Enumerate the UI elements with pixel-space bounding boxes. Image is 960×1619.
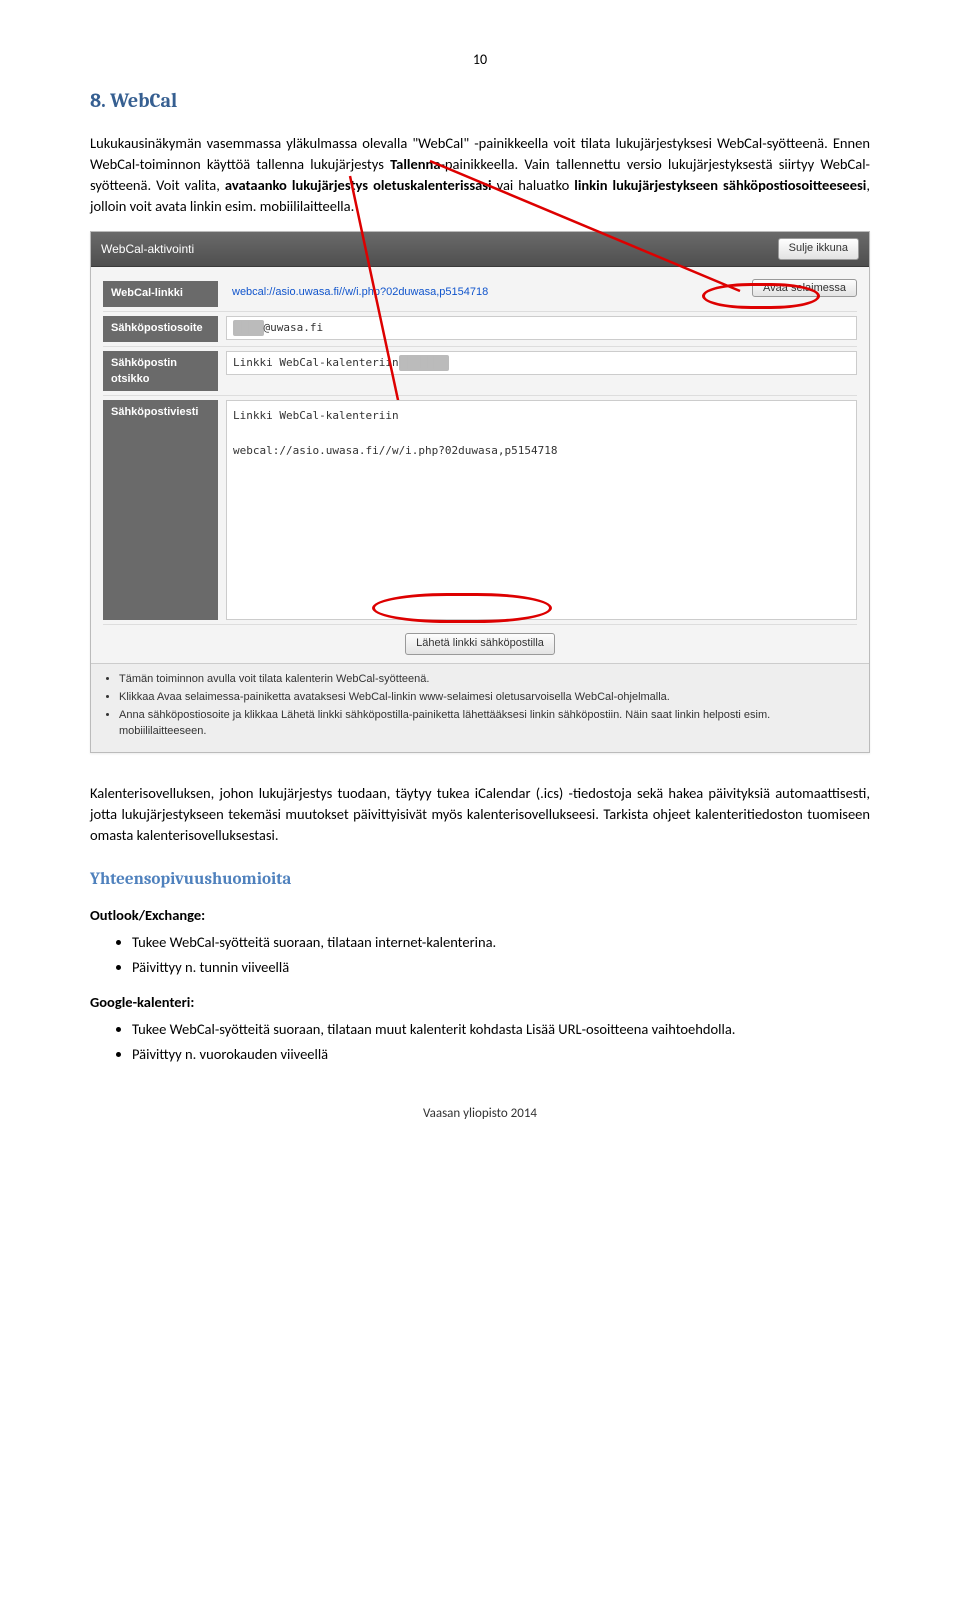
row-webcal-link: WebCal-linkki webcal://asio.uwasa.fi//w/…	[103, 277, 857, 312]
list-item: Päivittyy n. vuorokauden viiveellä	[132, 1044, 870, 1065]
send-email-button[interactable]: Lähetä linkki sähköpostilla	[405, 633, 555, 655]
page-number: 10	[90, 50, 870, 70]
screenshot-container: WebCal-aktivointi Sulje ikkuna WebCal-li…	[90, 231, 870, 753]
google-heading: Google-kalenteri:	[90, 992, 870, 1013]
open-browser-button[interactable]: Avaa selaimessa	[752, 279, 857, 297]
label: Sähköpostin otsikko	[103, 351, 218, 391]
google-list: Tukee WebCal-syötteitä suoraan, tilataan…	[90, 1019, 870, 1065]
text-bold: Tallenna	[390, 155, 440, 173]
help-item: Klikkaa Avaa selaimessa-painiketta avata…	[119, 690, 855, 706]
row-subject: Sähköpostin otsikko Linkki WebCal-kalent…	[103, 347, 857, 396]
page-footer: Vaasan yliopisto 2014	[90, 1105, 870, 1124]
dialog-header: WebCal-aktivointi Sulje ikkuna	[91, 232, 869, 267]
close-button[interactable]: Sulje ikkuna	[778, 238, 859, 260]
label: WebCal-linkki	[103, 281, 218, 307]
text-bold: avataanko lukujärjestys oletuskalenteris…	[225, 176, 492, 194]
subject-field[interactable]: Linkki WebCal-kalenteriin ███████	[226, 351, 857, 375]
help-item: Tämän toiminnon avulla voit tilata kalen…	[119, 672, 855, 688]
message-field[interactable]: Linkki WebCal-kalenteriin webcal://asio.…	[226, 400, 857, 620]
outlook-heading: Outlook/Exchange:	[90, 905, 870, 926]
text: vai haluatko	[492, 176, 575, 194]
list-item: Tukee WebCal-syötteitä suoraan, tilataan…	[132, 1019, 870, 1040]
list-item: Päivittyy n. tunnin viiveellä	[132, 957, 870, 978]
dialog-title: WebCal-aktivointi	[101, 241, 194, 258]
paragraph-compat: Kalenterisovelluksen, johon lukujärjesty…	[90, 783, 870, 846]
section-heading: 8. WebCal	[90, 86, 870, 115]
row-email: Sähköpostiosoite ████@uwasa.fi	[103, 312, 857, 347]
text-bold: linkin lukujärjestykseen sähköpostiosoit…	[574, 176, 866, 194]
help-list: Tämän toiminnon avulla voit tilata kalen…	[91, 663, 869, 752]
outlook-list: Tukee WebCal-syötteitä suoraan, tilataan…	[90, 932, 870, 978]
row-message: Sähköpostiviesti Linkki WebCal-kalenteri…	[103, 396, 857, 625]
label: Sähköpostiosoite	[103, 316, 218, 342]
list-item: Tukee WebCal-syötteitä suoraan, tilataan…	[132, 932, 870, 953]
subject-text: Linkki WebCal-kalenteriin	[233, 355, 399, 371]
webcal-url[interactable]: webcal://asio.uwasa.fi//w/i.php?02duwasa…	[226, 281, 744, 305]
help-item: Anna sähköpostiosoite ja klikkaa Lähetä …	[119, 708, 855, 740]
label: Sähköpostiviesti	[103, 400, 218, 620]
dialog-footer: Lähetä linkki sähköpostilla	[103, 625, 857, 659]
subheading-compat: Yhteensopivuushuomioita	[90, 868, 870, 893]
webcal-dialog: WebCal-aktivointi Sulje ikkuna WebCal-li…	[90, 231, 870, 753]
intro-paragraph: Lukukausinäkymän vasemmassa yläkulmassa …	[90, 133, 870, 217]
email-field[interactable]: ████@uwasa.fi	[226, 316, 857, 340]
message-text: Linkki WebCal-kalenteriin webcal://asio.…	[233, 409, 558, 457]
redacted-icon: ████	[233, 320, 264, 336]
email-domain: @uwasa.fi	[264, 320, 324, 336]
redacted-icon: ███████	[399, 355, 449, 371]
